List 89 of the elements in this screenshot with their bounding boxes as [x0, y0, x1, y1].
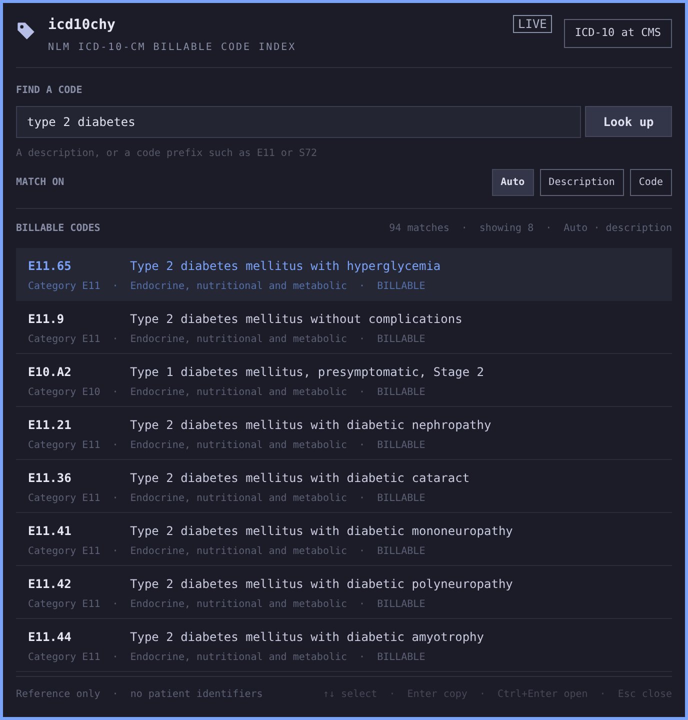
code-text: E11.65	[28, 258, 72, 275]
separator-dot: ·	[112, 688, 118, 702]
code-description: Type 2 diabetes mellitus with diabetic cataract	[130, 470, 470, 487]
result-row[interactable]: E11.21 Type 2 diabetes mellitus with diabetic nephropathy Category E11 · Endocrine, nutritional and metabolic · BILLABLE	[16, 407, 672, 460]
result-row[interactable]: E11.41 Type 2 diabetes mellitus with diabetic mononeuropathy Category E11 · Endocrine, nutritional and metabolic · BILLABLE	[16, 513, 672, 566]
results-stat: 94 matches	[389, 222, 450, 236]
code-meta: Endocrine, nutritional and metabolic	[130, 386, 348, 400]
result-row[interactable]: E11.65 Type 2 diabetes mellitus with hyperglycemia Category E11 · Endocrine, nutritional and metabolic · BILLABLE	[16, 248, 672, 301]
separator-dot: ·	[461, 222, 468, 236]
separator-dot: ·	[359, 386, 366, 400]
search-hint: A description, or a code prefix such as E11 or S72	[16, 147, 318, 161]
footer-note: no patient identifiers	[130, 688, 263, 702]
separator-dot: ·	[112, 651, 118, 665]
match-option[interactable]: Auto	[492, 169, 534, 196]
code-meta: BILLABLE	[377, 280, 426, 294]
code-text: E11.42	[28, 576, 72, 593]
code-text: E11.21	[28, 417, 72, 434]
footer-note: Reference only	[16, 688, 100, 702]
separator-dot: ·	[112, 280, 118, 294]
code-meta: Endocrine, nutritional and metabolic	[130, 280, 348, 294]
code-meta: BILLABLE	[377, 598, 426, 612]
code-description: Type 2 diabetes mellitus with diabetic polyneuropathy	[130, 576, 513, 593]
code-meta: Category E11	[28, 333, 100, 347]
separator-dot: ·	[359, 545, 366, 559]
code-meta: Category E11	[28, 439, 100, 453]
code-description: Type 2 diabetes mellitus with hyperglycemia	[130, 258, 441, 275]
search-label: FIND A CODE	[16, 84, 84, 98]
code-meta: Category E11	[28, 280, 100, 294]
code-meta: Endocrine, nutritional and metabolic	[130, 492, 348, 506]
live-badge: LIVE	[513, 15, 552, 33]
search-field[interactable]: type 2 diabetes	[16, 106, 581, 138]
results-heading: BILLABLE CODES	[16, 222, 100, 236]
code-meta: Category E11	[28, 492, 100, 506]
separator-dot: ·	[112, 598, 118, 612]
separator-dot: ·	[359, 598, 366, 612]
match-option[interactable]: Code	[630, 169, 672, 196]
result-row[interactable]: E11.44 Type 2 diabetes mellitus with diabetic amyotrophy Category E11 · Endocrine, nutritional and metabolic · BILLABLE	[16, 619, 672, 672]
code-text: E10.A2	[28, 364, 72, 381]
separator-dot: ·	[112, 545, 118, 559]
separator-dot: ·	[600, 688, 606, 702]
separator-dot: ·	[546, 222, 552, 236]
code-text: E11.44	[28, 629, 72, 646]
code-meta: BILLABLE	[377, 333, 426, 347]
separator-dot: ·	[389, 688, 396, 702]
result-row[interactable]: E10.A2 Type 1 diabetes mellitus, presymptomatic, Stage 2 Category E10 · Endocrine, nutritional and metabolic · BILLABLE	[16, 354, 672, 407]
separator-dot: ·	[112, 386, 118, 400]
separator-dot: ·	[359, 280, 366, 294]
code-meta: Endocrine, nutritional and metabolic	[130, 545, 348, 559]
code-description: Type 2 diabetes mellitus with diabetic nephropathy	[130, 417, 492, 434]
code-description: Type 2 diabetes mellitus with diabetic amyotrophy	[130, 629, 484, 646]
code-meta: Category E11	[28, 651, 100, 665]
result-row[interactable]: E11.42 Type 2 diabetes mellitus with diabetic polyneuropathy Category E11 · Endocrine, nutritional and metabolic · BILLABLE	[16, 566, 672, 619]
tag-icon	[16, 21, 36, 41]
separator-dot: ·	[359, 439, 366, 453]
separator-dot: ·	[112, 439, 118, 453]
code-meta: BILLABLE	[377, 651, 426, 665]
code-description: Type 2 diabetes mellitus with diabetic mononeuropathy	[130, 523, 513, 540]
code-meta: Category E11	[28, 598, 100, 612]
app-title: icd10chy	[48, 16, 116, 35]
separator-dot: ·	[112, 492, 118, 506]
results-stat: Auto · description	[564, 222, 672, 236]
cms-link-button[interactable]: ICD-10 at CMS	[564, 19, 672, 48]
app-subtitle: NLM ICD-10-CM BILLABLE CODE INDEX	[48, 41, 296, 55]
match-label: MATCH ON	[16, 176, 64, 190]
result-row[interactable]: E11.9 Type 2 diabetes mellitus without complications Category E11 · Endocrine, nutritional and metabolic · BILLABLE	[16, 301, 672, 354]
separator-dot: ·	[479, 688, 486, 702]
separator-dot: ·	[359, 333, 366, 347]
separator-dot: ·	[359, 651, 366, 665]
code-meta: BILLABLE	[377, 386, 426, 400]
separator-dot: ·	[359, 492, 366, 506]
match-option[interactable]: Description	[540, 169, 624, 196]
code-description: Type 2 diabetes mellitus without complications	[130, 311, 462, 328]
code-text: E11.36	[28, 470, 72, 487]
code-meta: Category E11	[28, 545, 100, 559]
code-meta: BILLABLE	[377, 439, 426, 453]
code-meta: Endocrine, nutritional and metabolic	[130, 651, 348, 665]
code-description: Type 1 diabetes mellitus, presymptomatic, Stage 2	[130, 364, 484, 381]
code-meta: Endocrine, nutritional and metabolic	[130, 333, 348, 347]
separator-dot: ·	[112, 333, 118, 347]
result-row[interactable]: E11.36 Type 2 diabetes mellitus with diabetic cataract Category E11 · Endocrine, nutritional and metabolic · BILLABLE	[16, 460, 672, 513]
code-meta: BILLABLE	[377, 545, 426, 559]
code-meta: Endocrine, nutritional and metabolic	[130, 598, 348, 612]
look-up-button[interactable]: Look up	[585, 106, 672, 137]
code-meta: Endocrine, nutritional and metabolic	[130, 439, 348, 453]
code-meta: Category E10	[28, 386, 100, 400]
code-text: E11.41	[28, 523, 72, 540]
results-stat: showing 8	[479, 222, 534, 236]
code-text: E11.9	[28, 311, 66, 328]
code-meta: BILLABLE	[377, 492, 426, 506]
